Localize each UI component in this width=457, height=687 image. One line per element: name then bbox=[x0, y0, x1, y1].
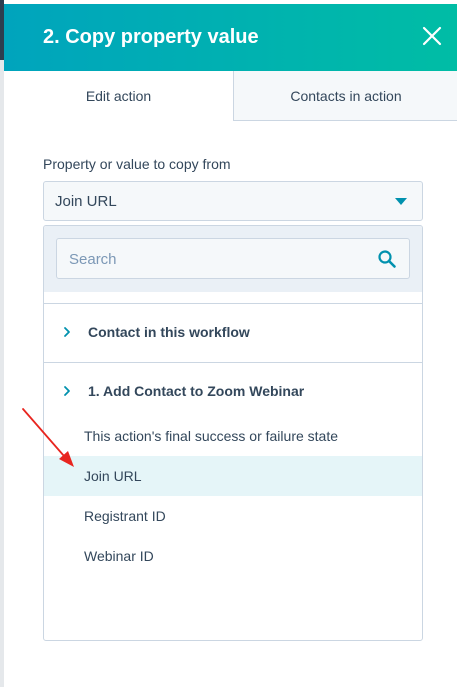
property-select[interactable]: Join URL bbox=[43, 181, 423, 221]
search-icon[interactable] bbox=[377, 249, 397, 269]
property-field-label: Property or value to copy from bbox=[43, 156, 231, 172]
option-label: Webinar ID bbox=[84, 548, 154, 564]
option-label: This action's final success or failure s… bbox=[84, 428, 339, 444]
option-label: Registrant ID bbox=[84, 508, 166, 524]
property-select-value: Join URL bbox=[55, 193, 117, 210]
group-add-contact-to-zoom-webinar[interactable]: 1. Add Contact to Zoom Webinar bbox=[44, 362, 422, 421]
tab-bar: Edit action Contacts in action bbox=[4, 71, 457, 121]
tab-edit-action[interactable]: Edit action bbox=[4, 71, 233, 121]
property-dropdown-menu: Contact in this workflow 1. Add Contact … bbox=[43, 225, 423, 641]
option-webinar-id[interactable]: Webinar ID bbox=[44, 536, 422, 576]
option-final-state[interactable]: This action's final success or failure s… bbox=[44, 416, 422, 456]
tab-contacts-in-action[interactable]: Contacts in action bbox=[233, 71, 457, 121]
close-icon[interactable] bbox=[421, 25, 443, 47]
panel-header: 2. Copy property value bbox=[4, 4, 457, 71]
option-join-url[interactable]: Join URL bbox=[44, 456, 422, 496]
group-contact-in-this-workflow[interactable]: Contact in this workflow bbox=[44, 303, 422, 362]
chevron-right-icon bbox=[64, 327, 70, 337]
chevron-right-icon bbox=[64, 386, 70, 396]
search-input[interactable] bbox=[67, 247, 371, 271]
group-label: 1. Add Contact to Zoom Webinar bbox=[88, 383, 305, 399]
option-label: Join URL bbox=[84, 468, 142, 484]
option-registrant-id[interactable]: Registrant ID bbox=[44, 496, 422, 536]
group-label: Contact in this workflow bbox=[88, 324, 250, 340]
search-box bbox=[56, 238, 410, 279]
caret-down-icon bbox=[395, 198, 407, 205]
panel-title: 2. Copy property value bbox=[43, 26, 259, 48]
dropdown-search-area bbox=[44, 226, 422, 292]
